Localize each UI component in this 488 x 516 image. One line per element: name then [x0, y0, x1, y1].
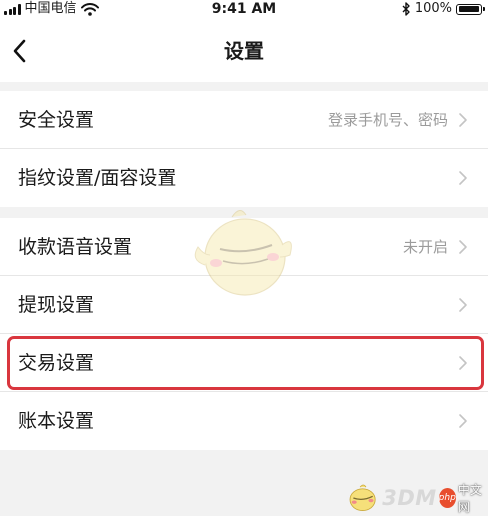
back-button[interactable]	[8, 36, 32, 66]
battery-icon	[456, 3, 485, 15]
settings-item-security[interactable]: 安全设置 登录手机号、密码	[0, 91, 488, 149]
battery-percent: 100%	[414, 1, 452, 16]
watermark-badge: php	[438, 488, 456, 508]
settings-item-withdraw[interactable]: 提现设置	[0, 276, 488, 334]
settings-item-voice-prompt[interactable]: 收款语音设置 未开启	[0, 218, 488, 276]
chevron-right-icon	[459, 240, 467, 254]
status-right: 100%	[402, 1, 485, 17]
chevron-right-icon	[459, 356, 467, 370]
page-title: 设置	[224, 39, 264, 63]
chevron-right-icon	[459, 113, 467, 127]
status-bar: 中国电信 9:41 AM 100%	[0, 0, 488, 20]
settings-item-label: 账本设置	[18, 410, 95, 432]
settings-item-label: 收款语音设置	[18, 236, 133, 258]
settings-item-label: 提现设置	[18, 294, 95, 316]
settings-item-ledger[interactable]: 账本设置	[0, 392, 488, 450]
settings-item-transaction[interactable]: 交易设置	[0, 334, 488, 392]
settings-item-value: 未开启	[402, 238, 448, 256]
settings-item-value: 登录手机号、密码	[327, 111, 448, 129]
watermark-site: 中文网	[457, 483, 482, 514]
settings-group-account: 安全设置 登录手机号、密码 指纹设置/面容设置	[0, 91, 488, 207]
settings-item-label: 安全设置	[18, 109, 95, 131]
watermark-text: 3DM	[382, 486, 437, 510]
watermark: 3DM php 中文网	[345, 480, 488, 516]
mascot-logo-icon	[349, 484, 376, 511]
chevron-right-icon	[459, 298, 467, 312]
settings-item-fingerprint-face[interactable]: 指纹设置/面容设置	[0, 149, 488, 207]
settings-item-label: 交易设置	[18, 352, 95, 374]
battery-level	[458, 6, 479, 12]
chevron-left-icon	[13, 39, 26, 63]
chevron-right-icon	[459, 414, 467, 428]
navigation-bar: 设置	[0, 20, 488, 82]
chevron-right-icon	[459, 171, 467, 185]
settings-item-label: 指纹设置/面容设置	[18, 167, 177, 189]
bluetooth-icon	[402, 2, 410, 16]
settings-group-payment: 收款语音设置 未开启 提现设置 交易设置 账本设置	[0, 218, 488, 450]
